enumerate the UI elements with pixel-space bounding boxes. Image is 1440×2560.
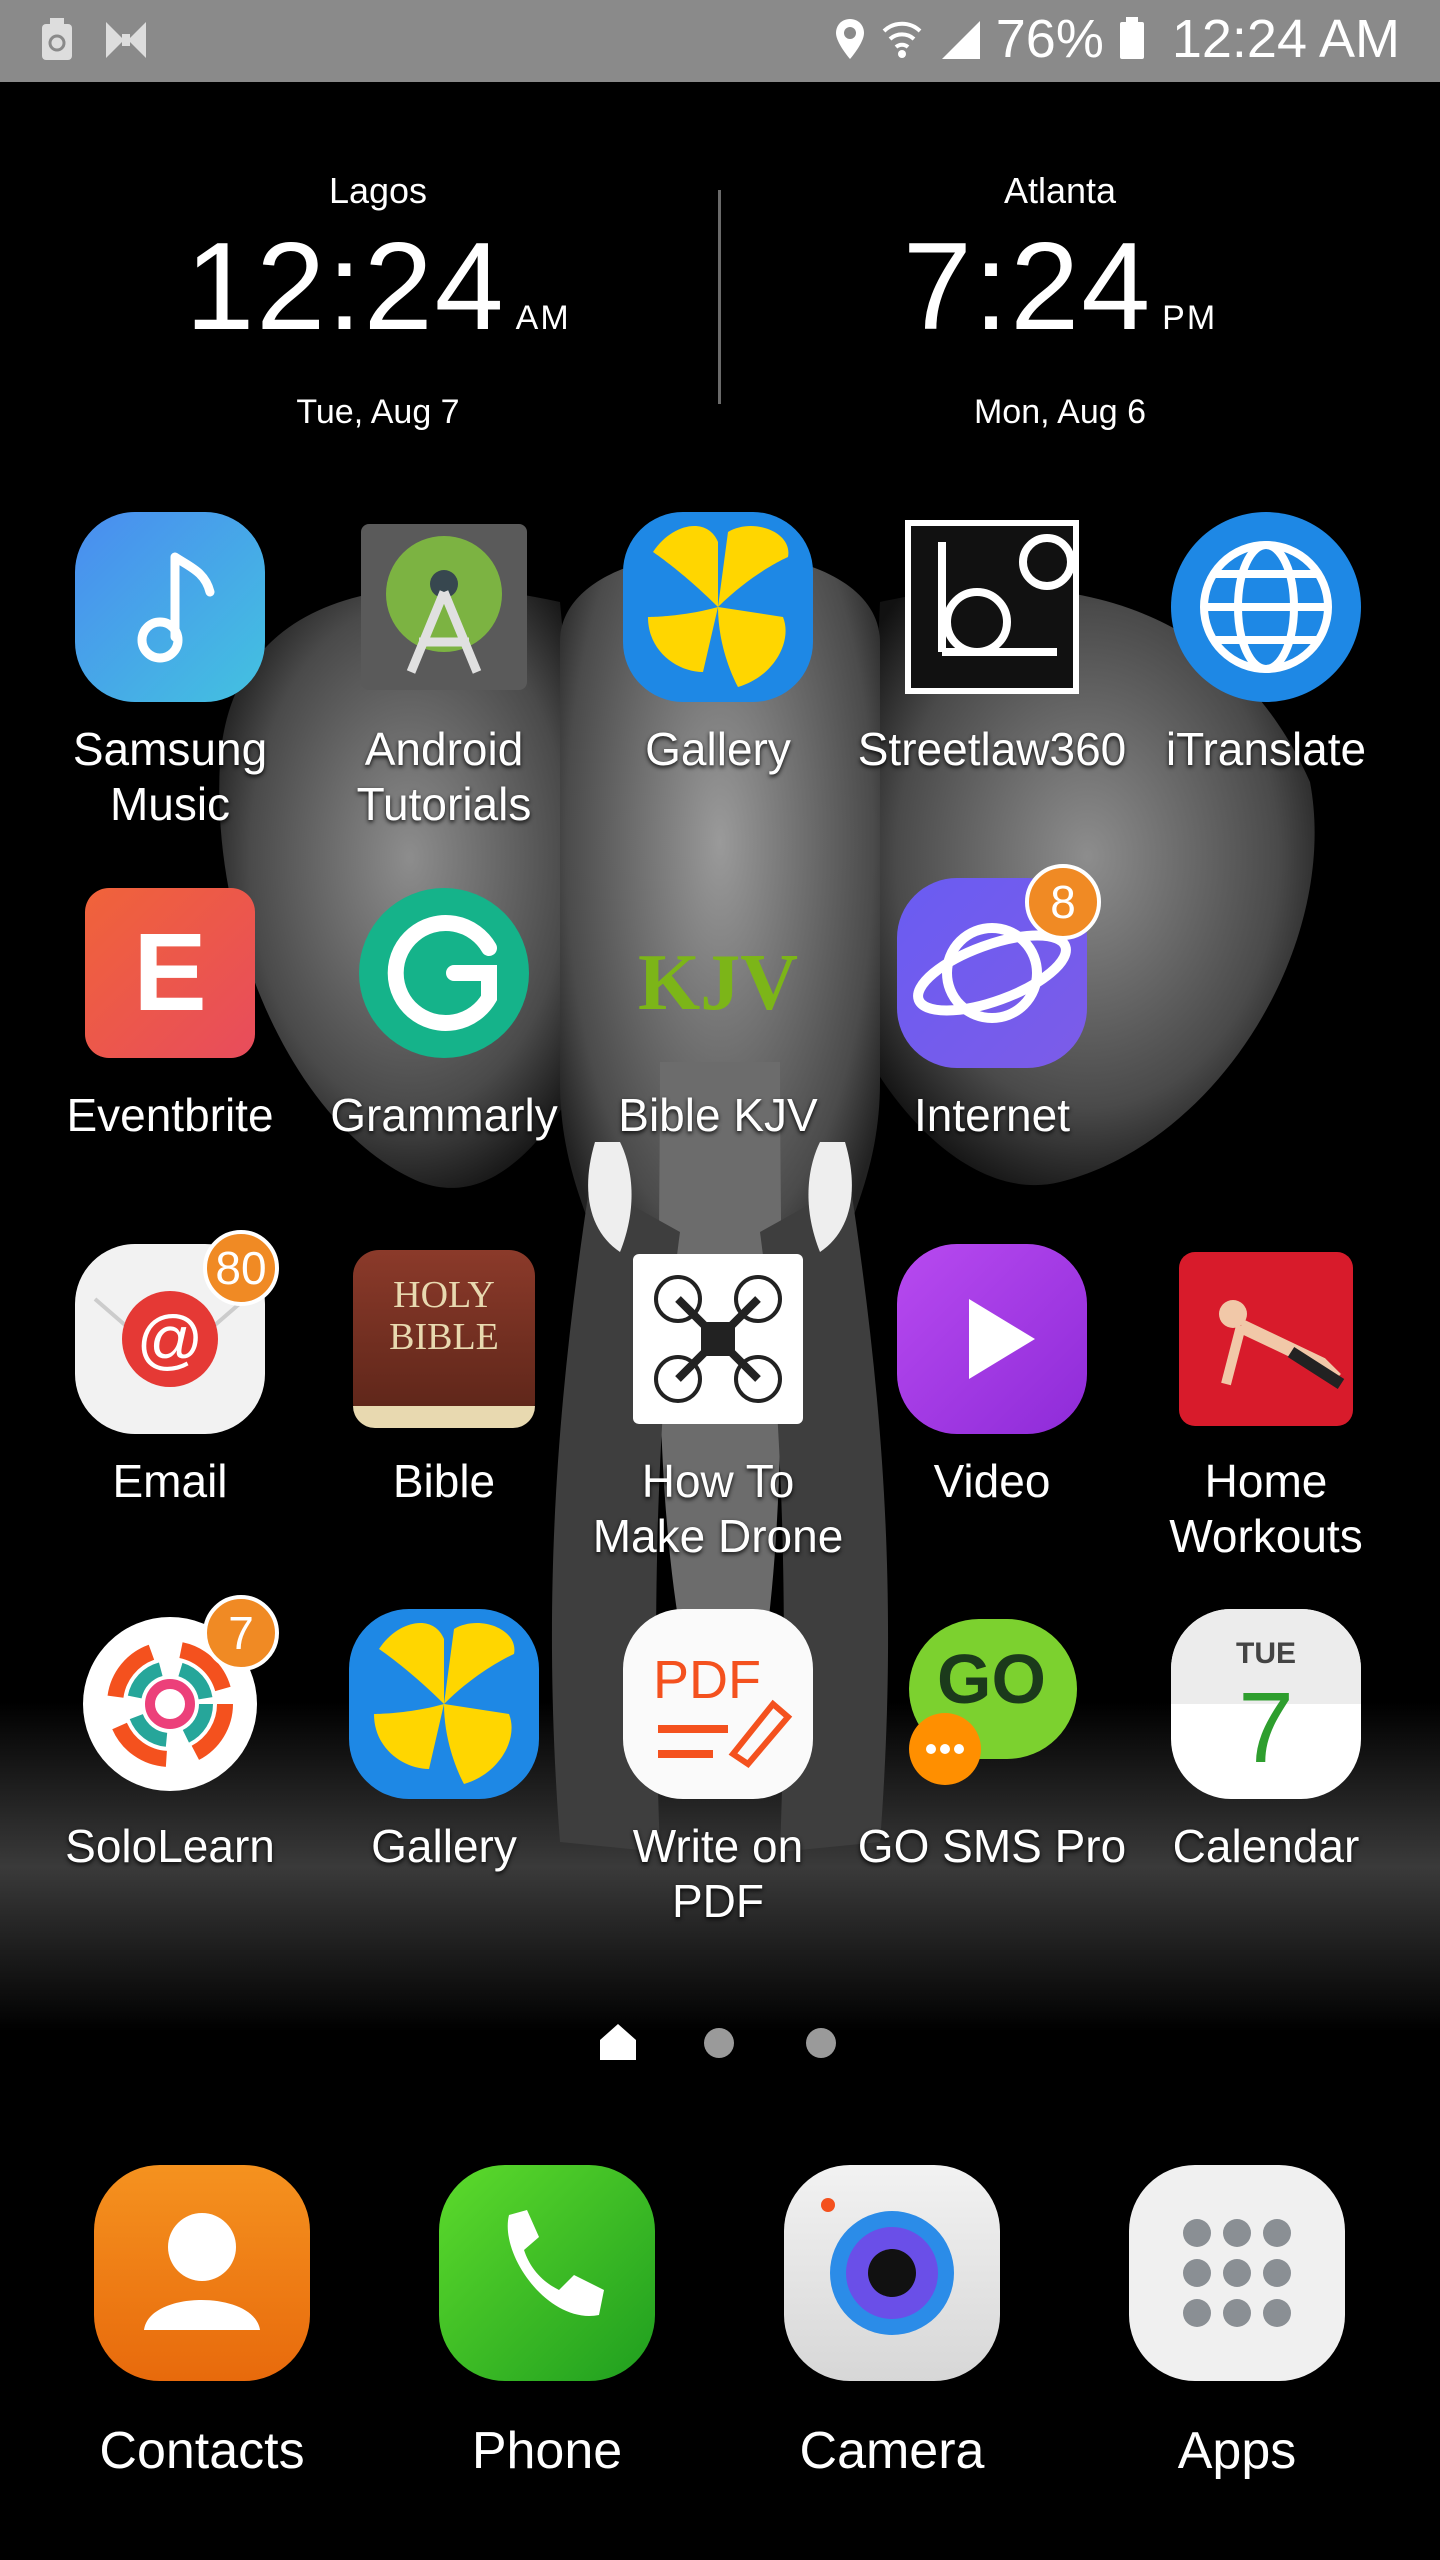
notification-badge: 8	[1025, 864, 1101, 940]
app-email[interactable]: @ 80 Email	[33, 1230, 307, 1509]
clock-city: Atlanta	[1003, 170, 1117, 211]
app-go-sms-pro[interactable]: GO GO SMS Pro	[855, 1609, 1129, 1874]
app-samsung-music[interactable]: Samsung Music	[33, 512, 307, 832]
app-gallery[interactable]: Gallery	[581, 512, 855, 777]
signal-icon	[941, 21, 980, 59]
music-note-icon	[75, 512, 265, 702]
app-write-on-pdf[interactable]: PDF Write on PDF	[581, 1609, 855, 1929]
clock-lagos[interactable]: Lagos 12:24 AM Tue, Aug 7	[98, 170, 658, 432]
app-label: Write on PDF	[632, 1820, 804, 1927]
holy-bible-icon: HOLY BIBLE	[349, 1244, 539, 1434]
app-calendar[interactable]: TUE 7 Calendar	[1129, 1609, 1403, 1874]
recycle-notification-icon	[42, 18, 72, 60]
page-dot[interactable]	[704, 2028, 734, 2058]
app-bible[interactable]: HOLY BIBLE Bible	[307, 1244, 581, 1509]
clock-time: 12:24 AM	[185, 218, 571, 356]
notification-badge: 80	[203, 1230, 279, 1306]
app-label: SoloLearn	[65, 1820, 275, 1872]
go-sms-icon: GO	[897, 1609, 1087, 1799]
clock-date: Tue, Aug 7	[296, 393, 460, 431]
globe-icon	[1171, 512, 1361, 702]
planet-icon: 8	[897, 864, 1101, 1068]
clock-time: 7:24 PM	[902, 218, 1218, 356]
battery-percent: 76%	[995, 9, 1104, 69]
gallery-flower-icon	[623, 512, 813, 702]
clock-atlanta[interactable]: Atlanta 7:24 PM Mon, Aug 6	[780, 170, 1340, 432]
app-label: Streetlaw360	[857, 723, 1127, 775]
phone-handset-icon	[439, 2165, 655, 2381]
dock-phone[interactable]: Phone	[397, 2165, 697, 2481]
clock-date: Mon, Aug 6	[973, 393, 1146, 431]
app-label: Grammarly	[330, 1089, 558, 1141]
app-grammarly[interactable]: Grammarly	[307, 878, 581, 1143]
dock-label: Contacts	[99, 2422, 305, 2480]
app-label: Gallery	[371, 1820, 517, 1872]
calendar-icon: TUE 7	[1171, 1609, 1361, 1799]
streetlaw-icon	[897, 512, 1087, 702]
app-internet[interactable]: 8 Internet	[855, 864, 1129, 1143]
sololearn-icon: 7	[75, 1595, 279, 1799]
app-label: Internet	[914, 1089, 1070, 1141]
svg-text:@: @	[137, 1302, 204, 1376]
kjv-icon: KJV	[638, 939, 798, 1027]
app-label: Bible KJV	[618, 1089, 818, 1141]
clock-city: Lagos	[328, 170, 428, 211]
dock-apps[interactable]: Apps	[1087, 2165, 1387, 2481]
app-label: Calendar	[1172, 1820, 1360, 1872]
app-streetlaw360[interactable]: Streetlaw360	[855, 512, 1129, 777]
home-page-indicator-icon[interactable]	[596, 2020, 640, 2064]
dock-contacts[interactable]: Contacts	[52, 2165, 352, 2481]
app-gallery-2[interactable]: Gallery	[307, 1609, 581, 1874]
app-label: How To Make Drone	[592, 1455, 844, 1562]
notification-badge: 7	[203, 1595, 279, 1671]
status-bar: 76% 12:24 AM	[0, 0, 1440, 82]
app-label: Email	[112, 1455, 228, 1507]
gallery-flower-icon	[349, 1609, 539, 1799]
app-label: Android Tutorials	[356, 723, 532, 830]
grammarly-icon	[349, 878, 539, 1068]
drone-icon	[623, 1244, 813, 1434]
app-label: Eventbrite	[66, 1089, 274, 1141]
app-grid-icon	[1129, 2165, 1345, 2381]
app-label: Samsung Music	[72, 723, 268, 830]
dock-label: Camera	[799, 2422, 985, 2480]
app-label: Bible	[392, 1455, 496, 1507]
app-eventbrite[interactable]: E Eventbrite	[33, 878, 307, 1143]
app-label: iTranslate	[1165, 723, 1367, 775]
pushup-icon	[1171, 1244, 1361, 1434]
battery-icon	[1119, 17, 1144, 59]
app-label: Video	[933, 1455, 1051, 1507]
app-label: Home Workouts	[1169, 1455, 1363, 1562]
eventbrite-icon: E	[75, 878, 265, 1068]
app-android-tutorials[interactable]: Android Tutorials	[307, 512, 581, 832]
app-sololearn[interactable]: 7 SoloLearn	[33, 1595, 307, 1874]
wifi-icon	[882, 21, 922, 58]
clock-divider	[718, 190, 721, 404]
dock-label: Phone	[471, 2422, 623, 2480]
location-icon	[835, 19, 864, 59]
app-how-to-make-drone[interactable]: How To Make Drone	[581, 1244, 855, 1564]
app-label: GO SMS Pro	[857, 1820, 1127, 1872]
dock-label: Apps	[1177, 2422, 1297, 2480]
camera-lens-icon	[784, 2165, 1000, 2381]
play-icon	[897, 1244, 1087, 1434]
app-label: Gallery	[645, 723, 791, 775]
bowtie-notification-icon	[106, 22, 146, 58]
contact-person-icon	[94, 2165, 310, 2381]
page-indicator[interactable]	[0, 2020, 1440, 2060]
app-video[interactable]: Video	[855, 1244, 1129, 1509]
email-at-icon: @ 80	[75, 1230, 279, 1434]
app-bible-kjv[interactable]: KJV Bible KJV	[581, 878, 855, 1143]
dock-camera[interactable]: Camera	[742, 2165, 1042, 2481]
pdf-pen-icon: PDF	[623, 1609, 813, 1799]
status-time: 12:24 AM	[1171, 9, 1400, 69]
app-home-workouts[interactable]: Home Workouts	[1129, 1244, 1403, 1564]
app-itranslate[interactable]: iTranslate	[1129, 512, 1403, 777]
android-studio-icon	[349, 512, 539, 702]
page-dot[interactable]	[806, 2028, 836, 2058]
